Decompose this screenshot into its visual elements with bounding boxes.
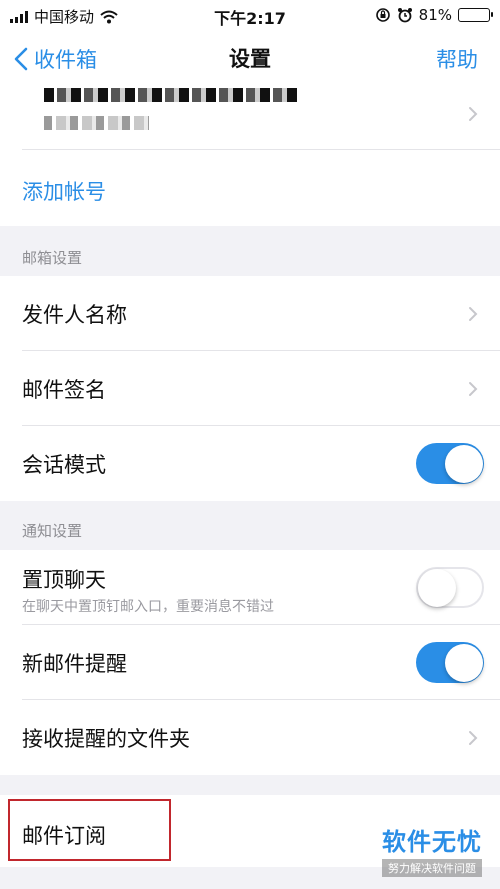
alert-folders-row[interactable]: 接收提醒的文件夹 — [22, 700, 500, 775]
status-right: 81% — [375, 6, 493, 24]
rotation-lock-icon — [375, 8, 390, 22]
conversation-mode-row: 会话模式 — [22, 426, 500, 501]
section-header-notification: 通知设置 — [22, 522, 83, 540]
battery-icon — [458, 8, 493, 22]
watermark: 软件无忧 努力解决软件问题 — [382, 822, 482, 877]
new-mail-alert-toggle[interactable] — [416, 642, 484, 683]
new-mail-alert-row: 新邮件提醒 — [22, 625, 500, 700]
alarm-icon — [397, 8, 412, 23]
status-bar: 中国移动 下午2:17 81% — [0, 0, 500, 30]
chevron-right-icon — [469, 107, 478, 121]
chevron-left-icon — [14, 47, 28, 71]
signature-label: 邮件签名 — [22, 378, 106, 402]
new-mail-alert-label: 新邮件提醒 — [22, 652, 127, 676]
toggle-knob — [445, 444, 483, 483]
conversation-mode-label: 会话模式 — [22, 453, 106, 477]
alert-folders-label: 接收提醒的文件夹 — [22, 727, 190, 751]
sender-name-label: 发件人名称 — [22, 303, 127, 327]
chevron-right-icon — [469, 382, 478, 396]
pin-chat-label: 置顶聊天 — [22, 568, 106, 592]
pin-chat-description: 在聊天中置顶钉邮入口，重要消息不错过 — [22, 599, 274, 615]
notification-settings-group: 置顶聊天 在聊天中置顶钉邮入口，重要消息不错过 新邮件提醒 接收提醒的文件夹 — [0, 550, 500, 775]
watermark-subtitle: 努力解决软件问题 — [382, 859, 482, 877]
highlight-annotation — [8, 799, 171, 861]
help-button[interactable]: 帮助 — [436, 44, 478, 74]
add-account-button[interactable]: 添加帐号 — [22, 176, 106, 206]
conversation-mode-toggle[interactable] — [416, 443, 484, 484]
account-row[interactable] — [22, 86, 500, 150]
sender-name-row[interactable]: 发件人名称 — [22, 276, 500, 351]
watermark-title: 软件无忧 — [382, 828, 482, 856]
back-button[interactable]: 收件箱 — [14, 44, 97, 74]
mailbox-settings-group: 发件人名称 邮件签名 会话模式 — [0, 276, 500, 501]
chevron-right-icon — [469, 731, 478, 745]
battery-percent: 81% — [418, 6, 452, 24]
toggle-knob — [445, 643, 483, 682]
signature-row[interactable]: 邮件签名 — [22, 351, 500, 426]
account-info-redacted — [44, 88, 299, 144]
back-label: 收件箱 — [34, 48, 97, 72]
pin-chat-toggle[interactable] — [416, 567, 484, 608]
nav-bar: 收件箱 设置 帮助 — [0, 30, 500, 86]
chevron-right-icon — [469, 307, 478, 321]
toggle-knob — [418, 568, 456, 607]
section-header-mailbox: 邮箱设置 — [22, 249, 83, 267]
pin-chat-row: 置顶聊天 在聊天中置顶钉邮入口，重要消息不错过 — [22, 550, 500, 625]
